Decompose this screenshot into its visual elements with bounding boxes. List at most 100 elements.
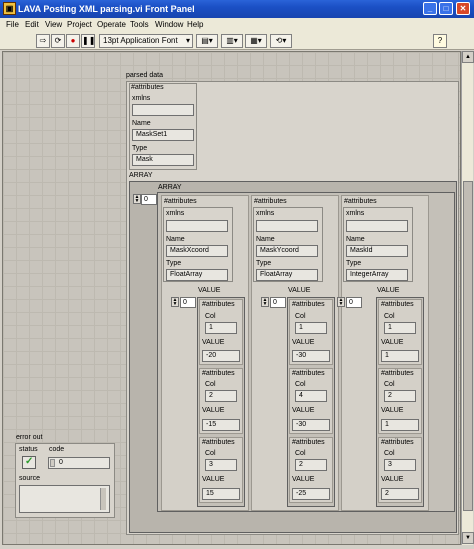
reorder-icon[interactable]: ⟲▾	[270, 34, 292, 48]
element-attributes-label: #attributes	[292, 439, 325, 446]
value-indicator: -15	[202, 419, 240, 431]
index-incrementer[interactable]: ▲ ▼	[337, 297, 345, 307]
type-label: Type	[166, 260, 182, 267]
vertical-scrollbar[interactable]: ▲ ▼	[461, 51, 474, 545]
index-incrementer[interactable]: ▲ ▼	[261, 297, 269, 307]
window-title: LAVA Posting XML parsing.vi Front Panel	[18, 4, 195, 14]
maximize-button[interactable]: □	[439, 2, 453, 15]
xmlns-indicator	[166, 220, 228, 232]
element-attributes-label: #attributes	[254, 198, 287, 205]
element-attributes-label: #attributes	[381, 439, 414, 446]
type-label: Type	[256, 260, 272, 267]
menu-tools[interactable]: Tools	[130, 20, 149, 29]
value-label: VALUE	[202, 407, 225, 414]
menu-edit[interactable]: Edit	[25, 20, 39, 29]
array-index[interactable]: 0	[346, 297, 362, 308]
col-indicator: 1	[295, 322, 327, 334]
col-label: Col	[205, 381, 216, 388]
name-indicator: MaskYcoord	[256, 245, 318, 257]
value-label: VALUE	[288, 287, 311, 294]
labview-app-icon: ▣	[3, 2, 16, 15]
menu-help[interactable]: Help	[187, 20, 203, 29]
type-indicator: FloatArray	[166, 269, 228, 281]
title-bar: ▣ LAVA Posting XML parsing.vi Front Pane…	[0, 0, 474, 18]
array-index[interactable]: 0	[180, 297, 196, 308]
value-label: VALUE	[292, 476, 315, 483]
col-indicator: 1	[384, 322, 416, 334]
context-help-button[interactable]: ?	[433, 34, 447, 48]
name-label: Name	[132, 120, 151, 127]
col-indicator: 2	[295, 459, 327, 471]
check-icon: ✓	[25, 456, 34, 467]
element-attributes-label: #attributes	[164, 198, 197, 205]
resize-objects-icon[interactable]: ▦▾	[245, 34, 267, 48]
status-label: status	[19, 446, 38, 453]
scroll-down-icon[interactable]: ▼	[462, 532, 474, 544]
run-continuously-icon[interactable]: ⟳	[51, 34, 65, 48]
col-indicator: 3	[384, 459, 416, 471]
name-indicator: MaskXcoord	[166, 245, 228, 257]
xmlns-indicator	[256, 220, 318, 232]
value-indicator: 1	[381, 350, 419, 362]
attributes-label: #attributes	[131, 84, 164, 91]
scroll-thumb[interactable]	[463, 181, 473, 511]
menu-file[interactable]: File	[6, 20, 19, 29]
close-button[interactable]: ✕	[456, 2, 470, 15]
xmlns-label: xmlns	[256, 210, 275, 217]
element-attributes-label: #attributes	[381, 301, 414, 308]
value-indicator: -25	[292, 488, 330, 500]
type-label: Type	[346, 260, 362, 267]
col-label: Col	[384, 450, 395, 457]
col-indicator: 2	[205, 390, 237, 402]
element-attributes-label: #attributes	[202, 301, 235, 308]
value-indicator: -30	[292, 350, 330, 362]
value-label: VALUE	[202, 339, 225, 346]
name-label: Name	[256, 236, 275, 243]
menu-operate[interactable]: Operate	[97, 20, 126, 29]
element-attributes-label: #attributes	[202, 370, 235, 377]
array-label: ARRAY	[129, 172, 153, 179]
toolbar: ⇨ ⟳ ● ❚❚ 13pt Application Font ▾ ▤▾ ▥▾ ▦▾…	[0, 32, 474, 73]
parsed-data-label: parsed data	[126, 72, 163, 79]
xmlns-label: xmlns	[132, 95, 151, 102]
value-label: VALUE	[202, 476, 225, 483]
element-attributes-label: #attributes	[292, 370, 325, 377]
align-objects-icon[interactable]: ▤▾	[196, 34, 218, 48]
value-label: VALUE	[198, 287, 221, 294]
menu-window[interactable]: Window	[155, 20, 183, 29]
font-select[interactable]: 13pt Application Font ▾	[99, 34, 193, 48]
name-indicator: MaskId	[346, 245, 408, 257]
element-attributes-label: #attributes	[202, 439, 235, 446]
scroll-up-icon[interactable]: ▲	[462, 51, 474, 63]
xmlns-indicator	[346, 220, 408, 232]
value-indicator: -30	[292, 419, 330, 431]
type-indicator: IntegerArray	[346, 269, 408, 281]
chevron-down-icon: ▾	[185, 36, 190, 45]
value-label: VALUE	[292, 339, 315, 346]
pause-icon[interactable]: ❚❚	[81, 34, 95, 48]
value-label: VALUE	[381, 476, 404, 483]
array-index[interactable]: 0	[270, 297, 286, 308]
status-indicator: ✓	[22, 456, 36, 469]
index-incrementer[interactable]: ▲ ▼	[133, 194, 141, 204]
menu-view[interactable]: View	[45, 20, 62, 29]
error-out-label: error out	[16, 434, 43, 441]
source-scrollbar[interactable]	[100, 488, 106, 510]
run-arrow-icon[interactable]: ⇨	[36, 34, 50, 48]
inner-array-label: ARRAY	[158, 184, 182, 191]
value-indicator: 1	[381, 419, 419, 431]
minimize-button[interactable]: _	[423, 2, 437, 15]
col-label: Col	[384, 381, 395, 388]
source-indicator	[19, 485, 110, 513]
element-attributes-label: #attributes	[381, 370, 414, 377]
array-index[interactable]: 0	[141, 194, 157, 205]
distribute-objects-icon[interactable]: ▥▾	[221, 34, 243, 48]
menu-project[interactable]: Project	[67, 20, 92, 29]
abort-icon[interactable]: ●	[66, 34, 80, 48]
index-incrementer[interactable]: ▲ ▼	[171, 297, 179, 307]
name-indicator: MaskSet1	[132, 129, 194, 141]
font-select-label: 13pt Application Font	[103, 36, 178, 45]
col-label: Col	[295, 313, 306, 320]
source-label: source	[19, 475, 41, 482]
value-label: VALUE	[381, 339, 404, 346]
